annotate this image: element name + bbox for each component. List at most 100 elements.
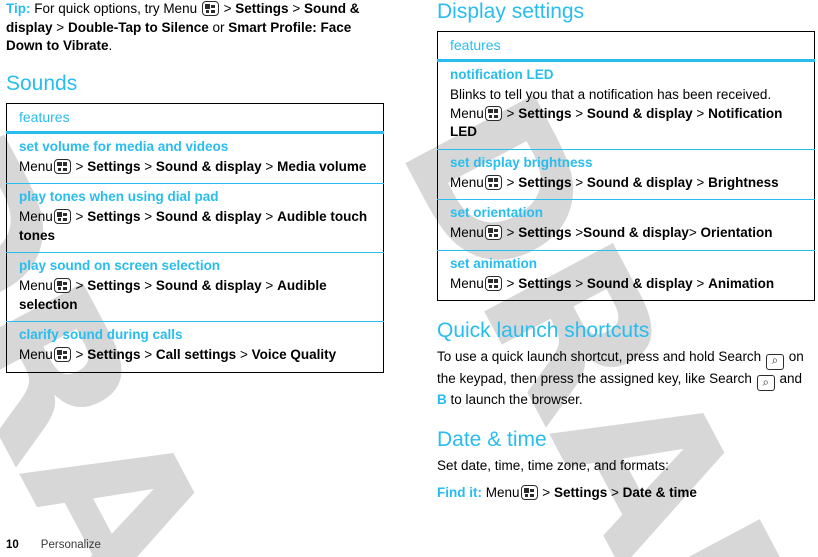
menu-key-icon [520, 485, 538, 500]
row-clarify-sound: clarify sound during calls Menu > Settin… [7, 322, 384, 373]
gt-3: > [239, 347, 248, 362]
row-title: play sound on screen selection [19, 258, 221, 273]
tip-gt-1: > [223, 1, 232, 16]
menu-key-icon [484, 174, 502, 190]
gt-3: > [265, 278, 274, 293]
chapter-name: Personalize [40, 539, 101, 551]
path-settings: Settings [518, 105, 572, 121]
gt-2: > [144, 158, 153, 174]
gt-1: > [75, 278, 84, 293]
gt-3: > [688, 225, 697, 240]
row-body: Menu > Settings > Sound & display > Anim… [450, 275, 805, 294]
tip-period: . [108, 38, 113, 53]
path-target: Orientation [700, 225, 773, 240]
gt-1: > [75, 209, 84, 224]
path-target: Animation [708, 275, 775, 291]
table-row: notification LED Blinks to tell you that… [437, 60, 815, 150]
date-time-intro: Set date, time, time zone, and formats: [437, 457, 669, 473]
menu-key-icon [53, 278, 71, 293]
row-body: Menu > Settings > Call settings > Voice … [19, 346, 374, 365]
row-title: set volume for media and videos [19, 138, 229, 154]
gt-1: > [506, 174, 515, 190]
gt-3: > [265, 209, 274, 224]
display-settings-section-title: Display settings [437, 0, 585, 23]
gt-3: > [696, 275, 705, 291]
tip-paragraph: Tip: For quick options, try Menu > Setti… [6, 0, 384, 56]
gt-3: > [696, 174, 705, 190]
tip-gt-2: > [292, 1, 301, 16]
page-footer: 10 Personalize [6, 539, 101, 551]
menu-word: Menu [19, 158, 53, 174]
tip-bold-settings: Settings [235, 1, 289, 16]
path-settings: Settings [553, 485, 608, 500]
row-body: Menu > Settings >Sound & display> Orient… [450, 224, 805, 243]
row-body: Menu > Settings > Sound & display > Audi… [19, 277, 374, 314]
display-table-header-features: features [437, 31, 815, 62]
find-it-label: Find it: [437, 485, 482, 500]
row-notification-led: notification LED Blinks to tell you that… [437, 60, 815, 150]
menu-word: Menu [19, 347, 53, 362]
row-lead-text: Menu [450, 174, 484, 190]
gt-2: > [144, 278, 153, 293]
page-number: 10 [6, 539, 19, 551]
table-row: play sound on screen selection Menu > Se… [6, 252, 384, 322]
row-set-display-brightness: set display brightness Menu > Settings >… [437, 149, 815, 200]
tip-bold-double-tap: Double-Tap to Silence [67, 19, 209, 35]
row-body: Menu > Settings > Sound & display > Audi… [19, 208, 374, 245]
row-set-volume: set volume for media and videos Menu > S… [6, 132, 384, 184]
sounds-features-table: features set volume for media and videos… [6, 102, 384, 373]
tip-label: Tip: [6, 1, 31, 16]
path-target: Media volume [277, 158, 367, 174]
menu-key-icon [484, 275, 502, 291]
gt-2: > [575, 105, 584, 121]
page-content: Tip: For quick options, try Menu > Setti… [0, 0, 818, 557]
path-sound-display: Sound & display [155, 158, 262, 174]
gt-1: > [75, 158, 84, 174]
path-target: Voice Quality [251, 347, 337, 362]
date-time-find-it: Find it: Menu > Settings > Date & time [437, 484, 815, 503]
left-column: Tip: For quick options, try Menu > Setti… [6, 0, 384, 373]
row-play-tones: play tones when using dial pad Menu > Se… [6, 183, 384, 253]
gt-1: > [542, 485, 551, 500]
gt-1: > [75, 347, 84, 362]
display-features-table: features notification LED Blinks to tell… [437, 31, 815, 301]
quick-launch-paragraph: To use a quick launch shortcut, press an… [437, 348, 815, 410]
path-sound-display: Sound & display [155, 278, 262, 293]
table-row: set animation Menu > Settings > Sound & … [438, 250, 815, 301]
gt-2: > [575, 225, 584, 240]
menu-key-icon [53, 347, 71, 362]
gt-2: > [610, 485, 619, 500]
table-header-row: features [6, 103, 384, 134]
table-header-row: features [437, 31, 815, 62]
tip-or: or [212, 19, 225, 35]
table-row: clarify sound during calls Menu > Settin… [7, 322, 384, 373]
gt-1: > [506, 105, 515, 121]
gt-3: > [696, 105, 705, 121]
row-title: set animation [450, 255, 538, 271]
ql-text-1: To use a quick launch shortcut, press an… [437, 349, 762, 364]
table-row: set display brightness Menu > Settings >… [437, 149, 815, 200]
path-sound-display: Sound & display [586, 105, 693, 121]
gt-1: > [506, 275, 515, 291]
path-sound-display: Sound & display [155, 209, 262, 224]
path-settings: Settings [87, 209, 141, 224]
gt-2: > [144, 209, 153, 224]
gt-1: > [506, 225, 515, 240]
menu-key-icon [484, 225, 502, 240]
path-settings: Settings [518, 174, 572, 190]
gt-2: > [144, 347, 153, 362]
row-set-orientation: set orientation Menu > Settings >Sound &… [437, 199, 815, 251]
row-title: set orientation [450, 205, 544, 220]
menu-word: Menu [19, 278, 53, 293]
tip-gt-3: > [56, 19, 65, 35]
sounds-table-header-features: features [6, 103, 384, 134]
row-title: play tones when using dial pad [19, 189, 219, 204]
menu-key-icon [201, 1, 219, 16]
tip-text-1: For quick options, try Menu [34, 1, 198, 16]
path-date-time: Date & time [622, 485, 697, 500]
row-title: notification LED [450, 67, 554, 82]
gt-3: > [265, 158, 274, 174]
date-time-section-title: Date & time [437, 427, 547, 451]
gt-2: > [575, 174, 584, 190]
path-settings: Settings [87, 278, 141, 293]
